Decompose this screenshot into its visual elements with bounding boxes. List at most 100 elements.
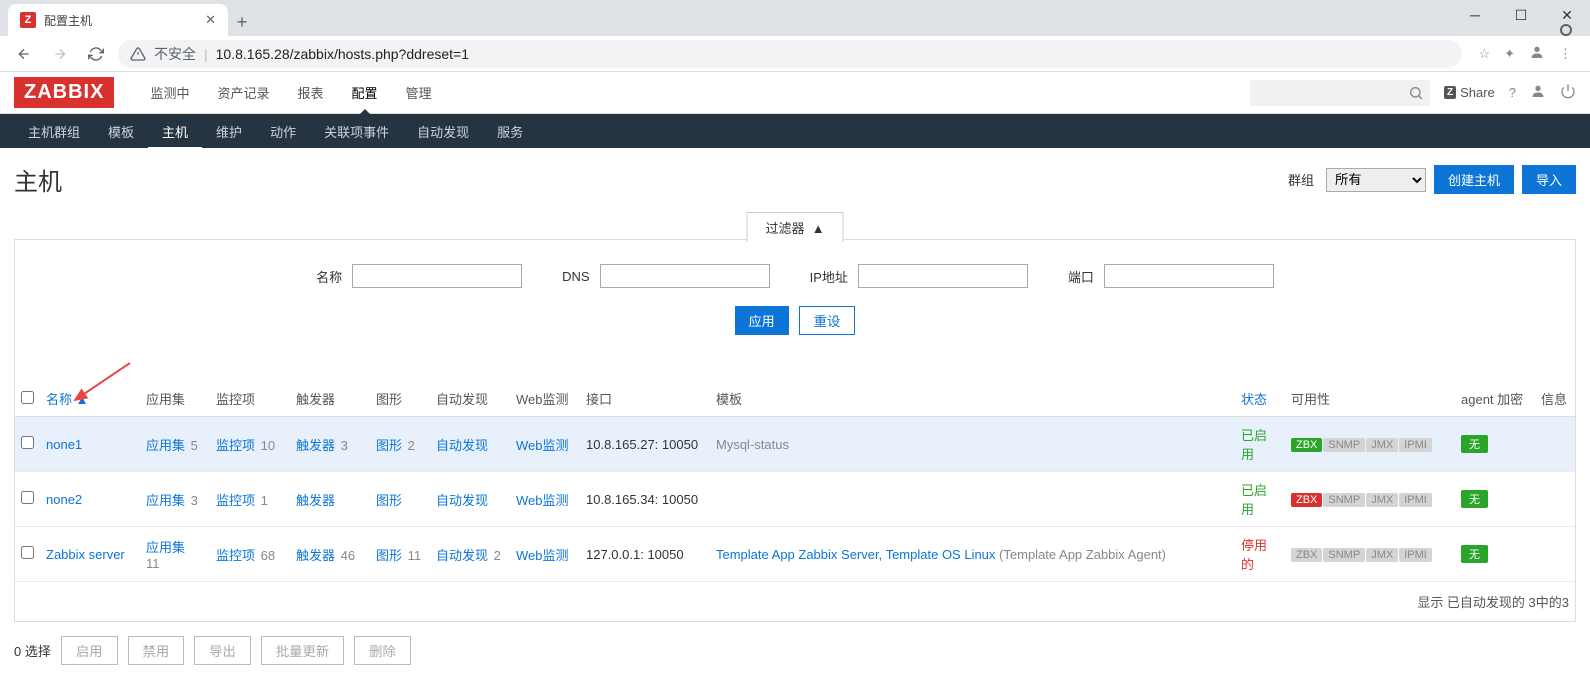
- user-icon[interactable]: [1530, 83, 1546, 102]
- search-input[interactable]: [1250, 80, 1430, 106]
- top-nav-item[interactable]: 配置: [338, 71, 392, 114]
- reload-button[interactable]: [82, 40, 110, 68]
- row-checkbox[interactable]: [21, 546, 34, 559]
- extensions-icon[interactable]: ✦: [1504, 46, 1515, 62]
- back-button[interactable]: [10, 40, 38, 68]
- zabbix-logo[interactable]: ZABBIX: [14, 77, 114, 108]
- availability-zbx-badge: ZBX: [1291, 438, 1322, 452]
- host-name-link[interactable]: none1: [46, 437, 82, 452]
- col-items: 监控项: [210, 381, 290, 417]
- col-info: 信息: [1535, 381, 1575, 417]
- group-label: 群组: [1288, 170, 1314, 189]
- search-icon[interactable]: [1408, 85, 1424, 104]
- availability-zbx-badge: ZBX: [1291, 548, 1322, 562]
- power-icon[interactable]: [1560, 83, 1576, 102]
- create-host-button[interactable]: 创建主机: [1434, 165, 1514, 194]
- web-link[interactable]: Web监测: [516, 548, 569, 563]
- filter-apply-button[interactable]: 应用: [735, 306, 789, 335]
- window-controls: ─ ☐ ✕: [1452, 0, 1590, 30]
- close-window-button[interactable]: ✕: [1544, 0, 1590, 30]
- bulk-mass-update-button[interactable]: 批量更新: [261, 636, 344, 665]
- minimize-button[interactable]: ─: [1452, 0, 1498, 30]
- profile-icon[interactable]: [1529, 44, 1545, 63]
- col-web: Web监测: [510, 381, 580, 417]
- items-link[interactable]: 监控项: [216, 548, 255, 563]
- maximize-button[interactable]: ☐: [1498, 0, 1544, 30]
- discovery-link[interactable]: 自动发现: [436, 438, 488, 453]
- status-toggle[interactable]: 已启用: [1241, 483, 1267, 517]
- availability-snmp-badge: SNMP: [1323, 493, 1365, 507]
- tab-favicon: Z: [20, 12, 36, 28]
- page-header: 主机 群组 所有 创建主机 导入: [0, 148, 1590, 211]
- sub-nav-item[interactable]: 主机: [148, 113, 202, 150]
- applications-link[interactable]: 应用集: [146, 438, 185, 453]
- z-badge-icon: Z: [1444, 86, 1456, 99]
- sort-asc-icon: ▲: [76, 392, 89, 407]
- filter-ip-input[interactable]: [858, 264, 1028, 288]
- filter-port-input[interactable]: [1104, 264, 1274, 288]
- availability-snmp-badge: SNMP: [1323, 438, 1365, 452]
- sub-nav-item[interactable]: 服务: [483, 113, 537, 150]
- web-link[interactable]: Web监测: [516, 493, 569, 508]
- graphs-link[interactable]: 图形: [376, 438, 402, 453]
- select-all-checkbox[interactable]: [21, 391, 34, 404]
- bulk-actions: 0 选择 启用 禁用 导出 批量更新 删除: [14, 636, 1576, 665]
- col-discovery: 自动发现: [430, 381, 510, 417]
- bulk-delete-button[interactable]: 删除: [354, 636, 411, 665]
- status-toggle[interactable]: 停用的: [1241, 538, 1267, 572]
- top-nav-item[interactable]: 报表: [283, 71, 337, 114]
- menu-icon[interactable]: ⋮: [1559, 46, 1572, 62]
- filter-toggle[interactable]: 过滤器 ▲: [746, 212, 843, 242]
- top-nav-item[interactable]: 监测中: [136, 71, 203, 114]
- top-nav-item[interactable]: 资产记录: [203, 71, 283, 114]
- triggers-link[interactable]: 触发器: [296, 548, 335, 563]
- star-icon[interactable]: ☆: [1478, 46, 1490, 62]
- row-checkbox[interactable]: [21, 491, 34, 504]
- graphs-link[interactable]: 图形: [376, 548, 402, 563]
- app-header: ZABBIX 监测中资产记录报表配置管理 Z Share ?: [0, 72, 1590, 114]
- filter-name-input[interactable]: [352, 264, 522, 288]
- triggers-link[interactable]: 触发器: [296, 493, 335, 508]
- applications-link[interactable]: 应用集: [146, 540, 185, 555]
- selected-count: 0 选择: [14, 641, 51, 660]
- sub-nav-item[interactable]: 主机群组: [14, 113, 94, 150]
- items-link[interactable]: 监控项: [216, 438, 255, 453]
- items-link[interactable]: 监控项: [216, 493, 255, 508]
- discovery-link[interactable]: 自动发现: [436, 548, 488, 563]
- filter-reset-button[interactable]: 重设: [799, 306, 856, 335]
- sub-nav-item[interactable]: 模板: [94, 113, 148, 150]
- forward-button[interactable]: [46, 40, 74, 68]
- import-button[interactable]: 导入: [1522, 165, 1576, 194]
- row-checkbox[interactable]: [21, 436, 34, 449]
- triggers-link[interactable]: 触发器: [296, 438, 335, 453]
- host-name-link[interactable]: Zabbix server: [46, 547, 125, 562]
- address-bar[interactable]: 不安全 | 10.8.165.28/zabbix/hosts.php?ddres…: [118, 40, 1462, 68]
- sub-nav-item[interactable]: 维护: [202, 113, 256, 150]
- col-name[interactable]: 名称 ▲: [46, 392, 89, 407]
- host-name-link[interactable]: none2: [46, 492, 82, 507]
- share-button[interactable]: Z Share: [1444, 85, 1495, 100]
- browser-tab[interactable]: Z 配置主机 ✕: [8, 4, 228, 36]
- group-select[interactable]: 所有: [1326, 168, 1426, 192]
- new-tab-button[interactable]: +: [228, 8, 256, 36]
- sub-nav-item[interactable]: 动作: [256, 113, 310, 150]
- bulk-enable-button[interactable]: 启用: [61, 636, 118, 665]
- bulk-export-button[interactable]: 导出: [194, 636, 251, 665]
- status-toggle[interactable]: 已启用: [1241, 428, 1267, 462]
- close-icon[interactable]: ✕: [205, 12, 216, 28]
- template-link[interactable]: Template App Zabbix Server, Template OS …: [716, 547, 995, 562]
- top-nav-item[interactable]: 管理: [392, 71, 446, 114]
- graphs-link[interactable]: 图形: [376, 493, 402, 508]
- sub-nav-item[interactable]: 关联项事件: [310, 113, 403, 150]
- applications-link[interactable]: 应用集: [146, 493, 185, 508]
- sub-nav-item[interactable]: 自动发现: [403, 113, 483, 150]
- filter-dns-input[interactable]: [600, 264, 770, 288]
- share-label: Share: [1460, 85, 1495, 100]
- page-title: 主机: [14, 162, 62, 197]
- bulk-disable-button[interactable]: 禁用: [128, 636, 185, 665]
- web-link[interactable]: Web监测: [516, 438, 569, 453]
- col-status[interactable]: 状态: [1241, 392, 1267, 407]
- availability-snmp-badge: SNMP: [1323, 548, 1365, 562]
- discovery-link[interactable]: 自动发现: [436, 493, 488, 508]
- help-icon[interactable]: ?: [1509, 85, 1516, 100]
